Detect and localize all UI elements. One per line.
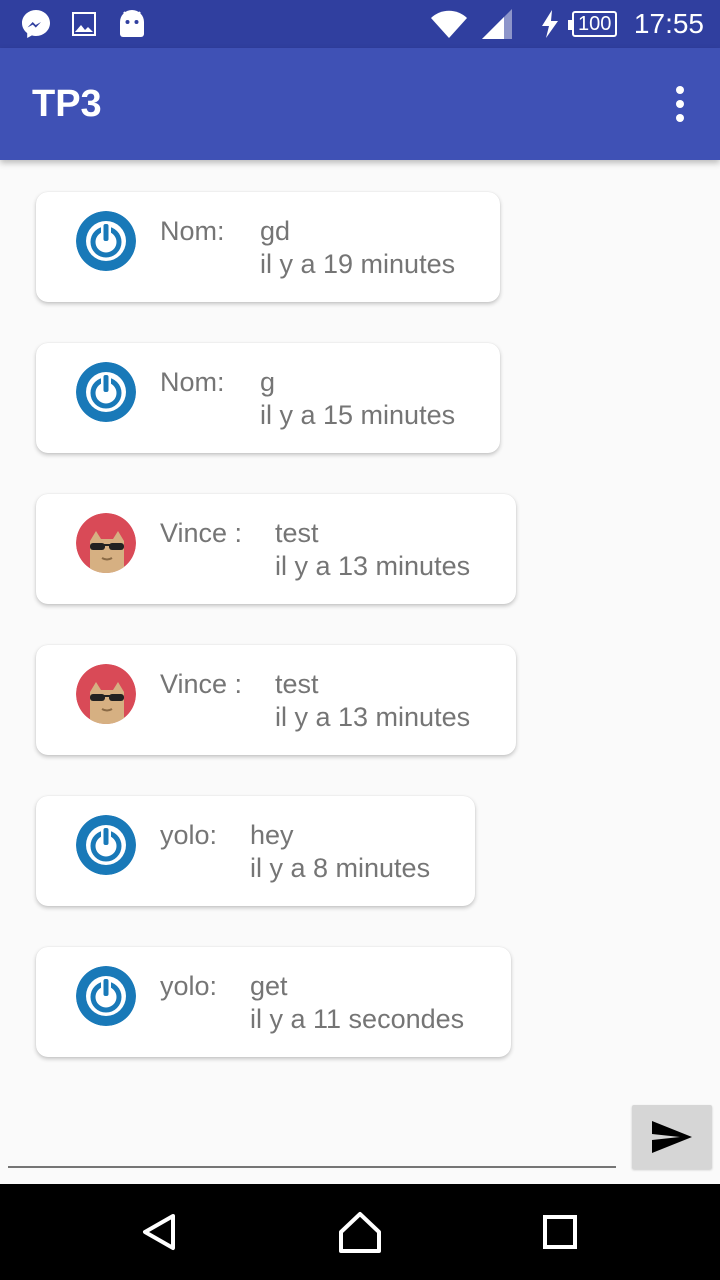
image-icon [72,0,96,48]
message-card[interactable]: yolo: get il y a 11 secondes [36,947,511,1057]
charging-icon [540,0,560,48]
message-card[interactable]: Nom: gd il y a 19 minutes [36,192,500,302]
battery-icon: 100 [567,0,618,48]
android-icon [119,0,145,48]
messenger-icon [20,0,52,48]
message-text: g [260,367,276,397]
sender-name: yolo: [160,820,218,850]
battery-level: 100 [567,11,618,37]
message-time: il y a 11 secondes [250,1004,465,1034]
message-text: get [250,971,288,1001]
navigation-bar [0,1184,720,1280]
input-underline [8,1166,616,1168]
status-time: 17:55 [633,8,704,39]
power-icon [76,211,136,271]
power-icon [76,815,136,875]
message-text: test [275,518,319,548]
cool-cat-avatar [76,513,136,573]
message-time: il y a 19 minutes [260,249,456,279]
sender-name: Nom: [160,216,225,246]
status-bar: 100 17:55 [0,0,720,48]
message-time: il y a 13 minutes [275,551,471,581]
message-text: gd [260,216,291,246]
message-time: il y a 13 minutes [275,702,471,732]
message-text: hey [250,820,294,850]
message-card[interactable]: yolo: hey il y a 8 minutes [36,796,475,906]
menu-dot [676,100,684,108]
sender-name: Nom: [160,367,225,397]
message-card[interactable]: Vince : test il y a 13 minutes [36,494,516,604]
recents-icon[interactable] [530,1202,590,1262]
message-card[interactable]: Nom: g il y a 15 minutes [36,343,500,453]
cool-cat-avatar [76,664,136,724]
sender-name: Vince : [160,669,243,699]
message-input[interactable] [8,1110,616,1164]
power-icon [76,362,136,422]
home-icon[interactable] [330,1202,390,1262]
app-bar: TP3 [0,48,720,160]
menu-dot [676,114,684,122]
more-vert-icon[interactable] [670,86,690,122]
message-list[interactable]: Nom: gd il y a 19 minutes Nom: g il y a … [0,160,720,1090]
sender-name: Vince : [160,518,243,548]
power-icon [76,966,136,1026]
sender-name: yolo: [160,971,218,1001]
send-button[interactable] [632,1105,712,1169]
send-icon [652,1121,692,1153]
menu-dot [676,86,684,94]
message-text: test [275,669,319,699]
back-icon[interactable] [130,1202,190,1262]
message-time: il y a 15 minutes [260,400,456,430]
message-card[interactable]: Vince : test il y a 13 minutes [36,645,516,755]
signal-icon [482,0,514,48]
wifi-icon [429,0,469,48]
app-title: TP3 [32,83,102,125]
message-time: il y a 8 minutes [250,853,431,883]
